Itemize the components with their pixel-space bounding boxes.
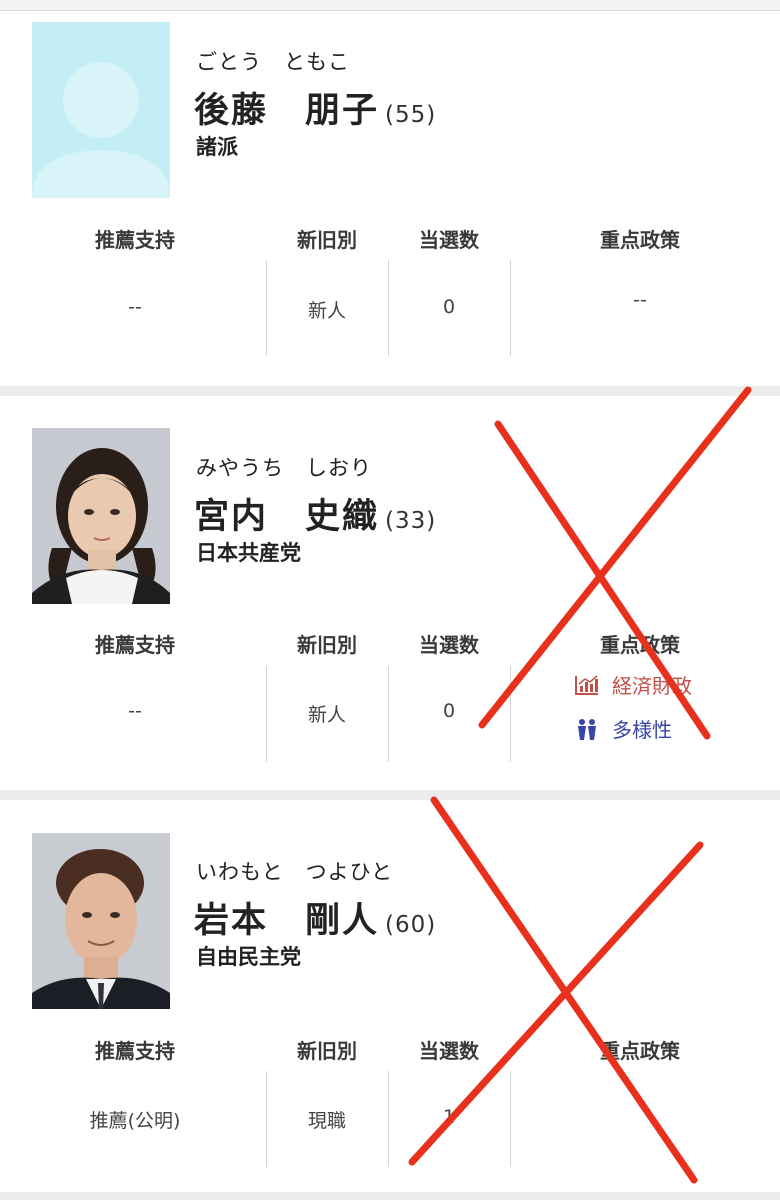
bar-chart-icon xyxy=(575,674,598,695)
candidate-card[interactable]: いわもと つよひと 岩本 剛人 (60) 自由民主党 推薦支持 新旧別 当選数 重… xyxy=(0,800,780,1192)
value-wins: 0 xyxy=(442,700,456,722)
header-type: 新旧別 xyxy=(297,228,357,252)
header-wins: 当選数 xyxy=(419,228,479,252)
candidate-name-text: 岩本 剛人 xyxy=(194,901,380,941)
column-divider xyxy=(510,1071,511,1167)
value-support: 推薦(公明) xyxy=(89,1110,181,1132)
header-policy: 重点政策 xyxy=(600,633,680,657)
column-divider xyxy=(510,260,511,356)
header-type: 新旧別 xyxy=(297,633,357,657)
candidate-name: 後藤 朋子 (55) xyxy=(194,82,436,133)
candidate-name: 宮内 史織 (33) xyxy=(194,488,436,539)
candidate-photo-man xyxy=(32,833,170,1009)
header-policy: 重点政策 xyxy=(600,1039,680,1063)
value-type: 新人 xyxy=(307,300,346,322)
candidate-photo xyxy=(32,833,170,1009)
candidate-photo-woman xyxy=(32,428,170,604)
candidate-kana: ごとう ともこ xyxy=(196,50,350,74)
column-divider xyxy=(510,666,511,762)
policy-tag-economy[interactable]: 経済財政 xyxy=(574,670,692,699)
candidate-party: 諸派 xyxy=(196,135,238,159)
placeholder-avatar-icon xyxy=(32,22,170,198)
candidate-party: 日本共産党 xyxy=(196,541,301,565)
value-policy: -- xyxy=(633,289,647,311)
value-support: -- xyxy=(128,700,142,722)
header-wins: 当選数 xyxy=(419,633,479,657)
policy-tag-diversity[interactable]: 多様性 xyxy=(574,714,672,743)
header-type: 新旧別 xyxy=(297,1039,357,1063)
candidate-age: (55) xyxy=(385,102,437,128)
top-divider xyxy=(0,0,780,11)
value-support: -- xyxy=(128,296,142,318)
candidate-age: (60) xyxy=(385,912,437,938)
candidate-name-text: 後藤 朋子 xyxy=(194,91,380,131)
header-support: 推薦支持 xyxy=(95,633,175,657)
header-support: 推薦支持 xyxy=(95,1039,175,1063)
value-wins: 1 xyxy=(442,1106,456,1128)
header-support: 推薦支持 xyxy=(95,228,175,252)
value-type: 現職 xyxy=(307,1110,346,1132)
candidate-name: 岩本 剛人 (60) xyxy=(194,892,436,943)
candidate-name-text: 宮内 史織 xyxy=(194,497,380,537)
header-policy: 重点政策 xyxy=(600,228,680,252)
policy-label: 経済財政 xyxy=(612,674,692,698)
candidate-card[interactable]: ごとう ともこ 後藤 朋子 (55) 諸派 推薦支持 新旧別 当選数 重点政策 -… xyxy=(0,11,780,386)
candidate-kana: みやうち しおり xyxy=(196,456,372,480)
candidate-party: 自由民主党 xyxy=(196,945,301,969)
policy-label: 多様性 xyxy=(612,718,672,742)
value-wins: 0 xyxy=(442,296,456,318)
candidate-age: (33) xyxy=(385,508,437,534)
header-wins: 当選数 xyxy=(419,1039,479,1063)
candidate-photo xyxy=(32,22,170,198)
candidate-card[interactable]: みやうち しおり 宮内 史織 (33) 日本共産党 推薦支持 新旧別 当選数 重点… xyxy=(0,396,780,790)
value-type: 新人 xyxy=(307,704,346,726)
candidate-kana: いわもと つよひと xyxy=(196,860,393,884)
candidate-photo xyxy=(32,428,170,604)
people-icon xyxy=(578,718,596,740)
